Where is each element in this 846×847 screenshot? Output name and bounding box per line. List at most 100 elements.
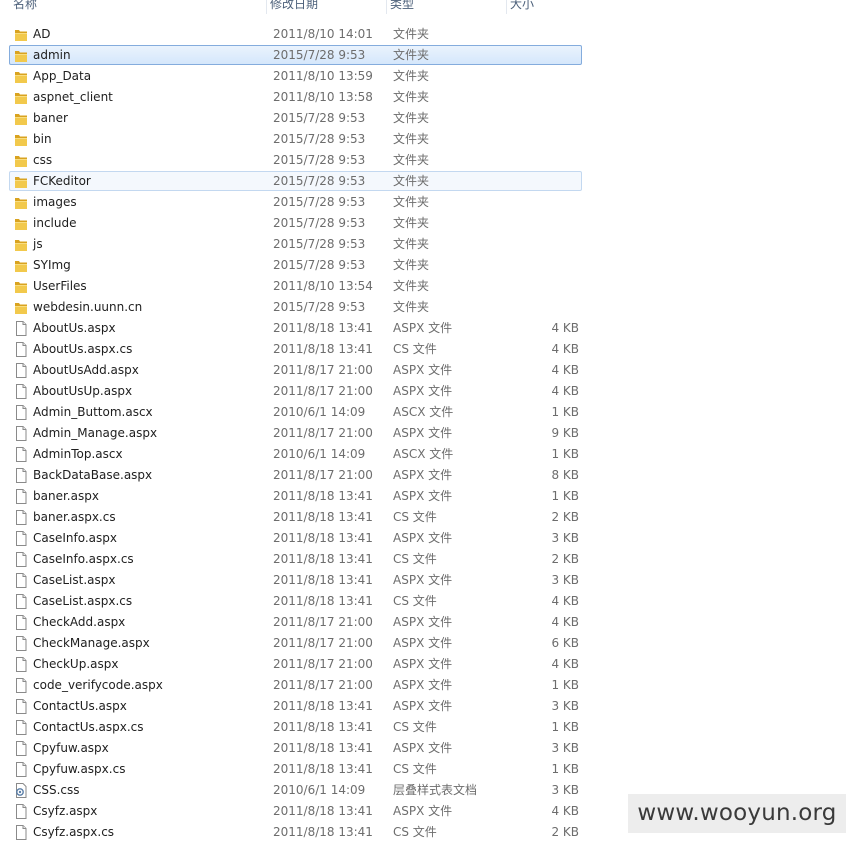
file-row[interactable]: AD 2011/8/10 14:01 文件夹 — [0, 24, 846, 45]
file-type: CS 文件 — [393, 342, 437, 356]
file-row[interactable]: CheckAdd.aspx 2011/8/17 21:00 ASPX 文件 4 KB — [0, 612, 846, 633]
file-row[interactable]: admin 2015/7/28 9:53 文件夹 — [0, 45, 846, 66]
file-row[interactable]: AboutUsAdd.aspx 2011/8/17 21:00 ASPX 文件 4 K… — [0, 360, 846, 381]
file-date: 2015/7/28 9:53 — [273, 216, 366, 230]
file-name: ContactUs.aspx.cs — [33, 720, 144, 734]
file-row[interactable]: AboutUsUp.aspx 2011/8/17 21:00 ASPX 文件 4 KB — [0, 381, 846, 402]
file-row[interactable]: CheckManage.aspx 2011/8/17 21:00 ASPX 文件 6 … — [0, 633, 846, 654]
file-row[interactable]: CaseInfo.aspx 2011/8/18 13:41 ASPX 文件 3 KB — [0, 528, 846, 549]
file-row[interactable]: AdminTop.ascx 2010/6/1 14:09 ASCX 文件 1 KB — [0, 444, 846, 465]
file-icon — [14, 594, 28, 609]
file-icon — [14, 804, 28, 819]
file-row[interactable]: bin 2015/7/28 9:53 文件夹 — [0, 129, 846, 150]
file-icon — [14, 678, 28, 693]
file-row[interactable]: CaseList.aspx.cs 2011/8/18 13:41 CS 文件 4 KB — [0, 591, 846, 612]
file-size: 4 KB — [551, 342, 579, 356]
file-type: ASPX 文件 — [393, 384, 453, 398]
file-date: 2015/7/28 9:53 — [273, 111, 366, 125]
file-row[interactable]: CaseList.aspx 2011/8/18 13:41 ASPX 文件 3 KB — [0, 570, 846, 591]
file-row[interactable]: App_Data 2011/8/10 13:59 文件夹 — [0, 66, 846, 87]
file-name: baner.aspx — [33, 489, 99, 503]
file-size: 1 KB — [551, 447, 579, 461]
file-name: CaseList.aspx — [33, 573, 116, 587]
file-date: 2011/8/10 13:54 — [273, 279, 373, 293]
file-icon — [14, 636, 28, 651]
file-name: js — [33, 237, 43, 251]
file-row[interactable]: UserFiles 2011/8/10 13:54 文件夹 — [0, 276, 846, 297]
file-icon — [14, 342, 28, 357]
file-row[interactable]: AboutUs.aspx.cs 2011/8/18 13:41 CS 文件 4 KB — [0, 339, 846, 360]
file-date: 2011/8/18 13:41 — [273, 804, 373, 818]
file-row[interactable]: Admin_Manage.aspx 2011/8/17 21:00 ASPX 文件 9… — [0, 423, 846, 444]
file-type: ASPX 文件 — [393, 426, 453, 440]
file-icon — [14, 489, 28, 504]
file-name: CheckAdd.aspx — [33, 615, 126, 629]
folder-icon — [14, 69, 28, 84]
file-row[interactable]: FCKeditor 2015/7/28 9:53 文件夹 — [0, 171, 846, 192]
file-row[interactable]: baner.aspx.cs 2011/8/18 13:41 CS 文件 2 KB — [0, 507, 846, 528]
file-date: 2011/8/18 13:41 — [273, 321, 373, 335]
file-size: 2 KB — [551, 552, 579, 566]
file-size: 4 KB — [551, 804, 579, 818]
file-icon — [14, 447, 28, 462]
file-row[interactable]: webdesin.uunn.cn 2015/7/28 9:53 文件夹 — [0, 297, 846, 318]
file-name: Admin_Buttom.ascx — [33, 405, 153, 419]
file-row[interactable]: images 2015/7/28 9:53 文件夹 — [0, 192, 846, 213]
file-row[interactable]: Cpyfuw.aspx.cs 2011/8/18 13:41 CS 文件 1 KB — [0, 759, 846, 780]
column-header-size[interactable]: 大小 — [506, 0, 586, 14]
file-type: ASPX 文件 — [393, 636, 453, 650]
file-size: 6 KB — [551, 636, 579, 650]
column-header-name[interactable]: 名称 — [10, 0, 266, 14]
file-row[interactable]: CheckUp.aspx 2011/8/17 21:00 ASPX 文件 4 KB — [0, 654, 846, 675]
folder-icon — [14, 27, 28, 42]
file-row[interactable]: baner 2015/7/28 9:53 文件夹 — [0, 108, 846, 129]
file-date: 2011/8/18 13:41 — [273, 489, 373, 503]
file-date: 2015/7/28 9:53 — [273, 258, 366, 272]
file-row[interactable]: Cpyfuw.aspx 2011/8/18 13:41 ASPX 文件 3 KB — [0, 738, 846, 759]
file-row[interactable]: AboutUs.aspx 2011/8/18 13:41 ASPX 文件 4 KB — [0, 318, 846, 339]
file-row[interactable]: ContactUs.aspx 2011/8/18 13:41 ASPX 文件 3 KB — [0, 696, 846, 717]
column-header-type[interactable]: 类型 — [386, 0, 506, 14]
file-row[interactable]: BackDataBase.aspx 2011/8/17 21:00 ASPX 文件 8… — [0, 465, 846, 486]
file-date: 2011/8/18 13:41 — [273, 573, 373, 587]
file-row[interactable]: js 2015/7/28 9:53 文件夹 — [0, 234, 846, 255]
file-row[interactable]: css 2015/7/28 9:53 文件夹 — [0, 150, 846, 171]
file-row[interactable]: aspnet_client 2011/8/10 13:58 文件夹 — [0, 87, 846, 108]
folder-icon — [14, 132, 28, 147]
file-row[interactable]: ContactUs.aspx.cs 2011/8/18 13:41 CS 文件 1 K… — [0, 717, 846, 738]
file-name: baner — [33, 111, 68, 125]
file-type: CS 文件 — [393, 552, 437, 566]
file-type: 文件夹 — [393, 27, 430, 41]
file-icon — [14, 741, 28, 756]
column-header-date[interactable]: 修改日期 — [266, 0, 386, 14]
file-name: CheckUp.aspx — [33, 657, 119, 671]
file-row[interactable]: include 2015/7/28 9:53 文件夹 — [0, 213, 846, 234]
file-name: Cpyfuw.aspx — [33, 741, 109, 755]
file-name: Csyfz.aspx — [33, 804, 98, 818]
column-header: 名称 修改日期 类型 大小 — [0, 0, 846, 14]
file-size: 1 KB — [551, 489, 579, 503]
watermark: www.wooyun.org — [628, 794, 846, 833]
file-type: 层叠样式表文档 — [393, 783, 478, 797]
file-row[interactable]: CaseInfo.aspx.cs 2011/8/18 13:41 CS 文件 2 KB — [0, 549, 846, 570]
file-size: 1 KB — [551, 678, 579, 692]
file-size: 3 KB — [551, 741, 579, 755]
file-row[interactable]: SYImg 2015/7/28 9:53 文件夹 — [0, 255, 846, 276]
file-size: 1 KB — [551, 720, 579, 734]
file-row[interactable]: code_verifycode.aspx 2011/8/17 21:00 ASPX … — [0, 675, 846, 696]
file-icon — [14, 321, 28, 336]
file-type: ASPX 文件 — [393, 573, 453, 587]
file-icon — [14, 825, 28, 840]
file-size: 4 KB — [551, 321, 579, 335]
file-row[interactable]: Admin_Buttom.ascx 2010/6/1 14:09 ASCX 文件 1 … — [0, 402, 846, 423]
folder-icon — [14, 174, 28, 189]
file-type: 文件夹 — [393, 90, 430, 104]
file-row[interactable]: baner.aspx 2011/8/18 13:41 ASPX 文件 1 KB — [0, 486, 846, 507]
file-date: 2011/8/18 13:41 — [273, 510, 373, 524]
file-date: 2011/8/17 21:00 — [273, 384, 373, 398]
file-type: 文件夹 — [393, 111, 430, 125]
file-icon — [14, 468, 28, 483]
file-size: 1 KB — [551, 762, 579, 776]
file-name: AboutUs.aspx — [33, 321, 116, 335]
file-date: 2011/8/18 13:41 — [273, 594, 373, 608]
